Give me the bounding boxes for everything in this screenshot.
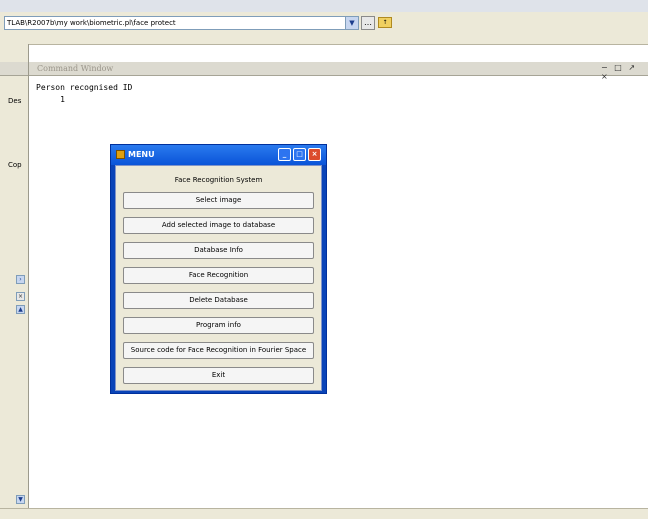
matlab-figure-icon (116, 150, 125, 159)
browse-folder-button[interactable]: … (361, 16, 375, 30)
scroll-up-icon[interactable]: ▲ (16, 305, 25, 314)
left-panel-header (0, 62, 28, 76)
menu-dialog-body: Face Recognition System Select image Add… (115, 165, 322, 391)
exit-button[interactable]: Exit (123, 367, 314, 384)
chevron-down-icon[interactable]: ▼ (345, 16, 359, 30)
command-window-header (29, 62, 648, 76)
status-bar (0, 508, 648, 519)
database-info-button[interactable]: Database Info (123, 242, 314, 259)
scroll-down-icon[interactable]: ▼ (16, 495, 25, 504)
expand-right-icon[interactable]: › (16, 275, 25, 284)
program-info-button[interactable]: Program info (123, 317, 314, 334)
select-image-button[interactable]: Select image (123, 192, 314, 209)
command-window-title: Command Window (37, 64, 114, 73)
close-icon[interactable]: × (308, 148, 321, 161)
source-code-button[interactable]: Source code for Face Recognition in Four… (123, 342, 314, 359)
maximize-icon[interactable]: □ (293, 148, 306, 161)
close-icon[interactable]: × (16, 292, 25, 301)
left-panel-tab-label[interactable]: Des (8, 97, 21, 105)
menu-heading: Face Recognition System (174, 176, 263, 184)
menu-dialog-title: MENU (128, 150, 155, 159)
delete-database-button[interactable]: Delete Database (123, 292, 314, 309)
menu-dialog: MENU _ □ × Face Recognition System Selec… (110, 144, 327, 394)
minimize-icon[interactable]: _ (278, 148, 291, 161)
folder-up-icon[interactable]: ↑ (378, 17, 392, 28)
command-output-line: 1 (36, 95, 65, 104)
command-window-controls[interactable]: − □ ↗ × (601, 63, 648, 81)
command-output-line: Person recognised ID (36, 83, 133, 92)
left-panel-section-label: Cop (8, 161, 22, 169)
add-image-to-database-button[interactable]: Add selected image to database (123, 217, 314, 234)
face-recognition-button[interactable]: Face Recognition (123, 267, 314, 284)
current-folder-field[interactable]: TLAB\R2007b\my work\biometric.pl\face pr… (4, 16, 352, 30)
menu-dialog-titlebar[interactable]: MENU _ □ × (111, 145, 326, 165)
